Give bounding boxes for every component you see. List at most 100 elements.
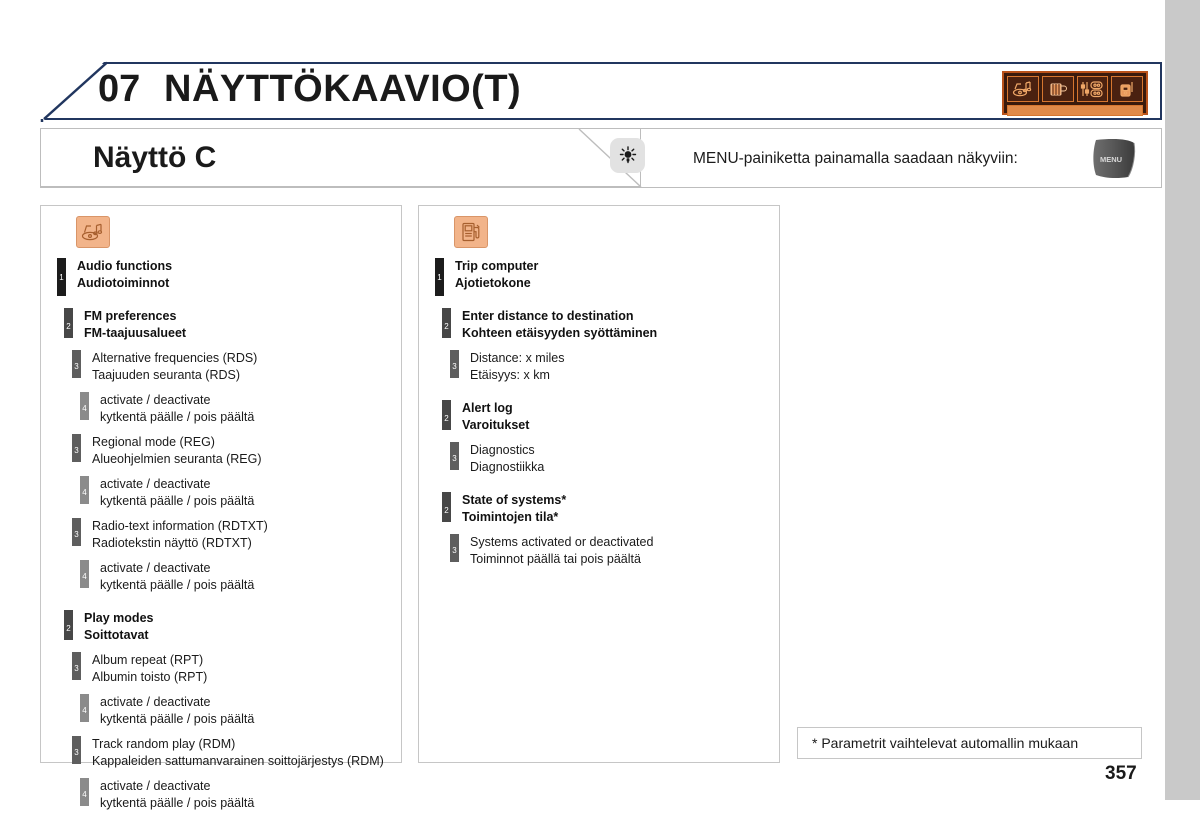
- tree-node-label-fi: Ajotietokone: [455, 276, 531, 290]
- tree-node-level-1: 1 Trip computer Ajotietokone: [419, 258, 779, 296]
- tree-node-label-en: Enter distance to destination: [462, 309, 634, 323]
- tree-node-text: Distance: x miles Etäisyys: x km: [470, 350, 779, 384]
- tree-node-label-fi: Soittotavat: [84, 628, 149, 642]
- tree-node-level-2: 2 Play modes Soittotavat: [41, 610, 401, 646]
- tree-node-label-en: Track random play (RDM): [92, 737, 236, 751]
- tree-node-level-3: 3 Distance: x miles Etäisyys: x km: [419, 350, 779, 386]
- tree-node-label-fi: kytkentä päälle / pois päältä: [100, 578, 255, 592]
- tree-node-text: activate / deactivate kytkentä päälle / p…: [100, 476, 401, 510]
- tree-node-label-en: FM preferences: [84, 309, 177, 323]
- tree-node-text: activate / deactivate kytkentä päälle / p…: [100, 694, 401, 728]
- tree-node-label-en: Audio functions: [77, 259, 173, 273]
- tree-node-label-fi: Diagnostiikka: [470, 460, 545, 474]
- tip-text: MENU-painiketta painamalla saadaan näkyv…: [693, 150, 1018, 167]
- page-number: 357: [1105, 763, 1137, 784]
- chapter-title: NÄYTTÖKAAVIO(T): [164, 68, 522, 110]
- tree-node-text: Trip computer Ajotietokone: [455, 258, 779, 292]
- tree-node-label-en: Radio-text information (RDTXT): [92, 519, 268, 533]
- tree-trip: 1 Trip computer Ajotietokone 2 Enter distanc…: [419, 254, 779, 570]
- tree-node-label-en: Trip computer: [455, 259, 539, 273]
- tree-node-level-3: 3 Track random play (RDM) Kappaleiden satt…: [41, 736, 401, 772]
- chapter-number: 07: [98, 68, 141, 110]
- tree-node-text: Regional mode (REG) Alueohjelmien seurant…: [92, 434, 401, 468]
- tree-node-level-4: 4 activate / deactivate kytkentä päälle / …: [41, 392, 401, 428]
- display-strip-bar: [1007, 105, 1143, 116]
- tree-node-text: activate / deactivate kytkentä päälle / p…: [100, 778, 401, 812]
- tree-node-label-en: activate / deactivate: [100, 695, 211, 709]
- tree-node-label-fi: Albumin toisto (RPT): [92, 670, 208, 684]
- tree-node-label-fi: Radiotekstin näyttö (RDTXT): [92, 536, 252, 550]
- level-indicator-bar: 4: [80, 778, 89, 806]
- chapter-header: 07 NÄYTTÖKAAVIO(T): [39, 61, 1162, 122]
- tree-node-label-en: Alternative frequencies (RDS): [92, 351, 258, 365]
- tree-node-level-2: 2 FM preferences FM-taajuusalueet: [41, 308, 401, 344]
- tree-node-text: Audio functions Audiotoiminnot: [77, 258, 401, 292]
- tree-node-label-en: Album repeat (RPT): [92, 653, 204, 667]
- tree-node-text: Album repeat (RPT) Albumin toisto (RPT): [92, 652, 401, 686]
- audio-icon: [1007, 76, 1039, 102]
- tree-node-label-fi: Kohteen etäisyyden syöttäminen: [462, 326, 658, 340]
- sub-header: Näyttö C MENU-painiketta painamalla saad…: [40, 128, 1162, 188]
- tree-node-text: FM preferences FM-taajuusalueet: [84, 308, 401, 342]
- level-indicator-bar: 2: [442, 400, 451, 430]
- level-indicator-bar: 3: [72, 736, 81, 764]
- tree-node-label-en: Play modes: [84, 611, 154, 625]
- tree-node-label-en: activate / deactivate: [100, 779, 211, 793]
- level-indicator-bar: 1: [435, 258, 444, 296]
- tree-node-label-fi: Varoitukset: [462, 418, 530, 432]
- tree-node-text: Radio-text information (RDTXT) Radiotekst…: [92, 518, 401, 552]
- tree-node-text: activate / deactivate kytkentä päälle / p…: [100, 560, 401, 594]
- tree-node-text: Play modes Soittotavat: [84, 610, 401, 644]
- tree-node-level-3: 3 Alternative frequencies (RDS) Taajuuden …: [41, 350, 401, 386]
- footnote-text: * Parametrit vaihtelevat automallin muka…: [812, 735, 1079, 751]
- settings-icon: [1076, 76, 1109, 102]
- level-indicator-bar: 2: [442, 492, 451, 522]
- cup-icon: [1041, 76, 1074, 102]
- level-indicator-bar: 3: [72, 434, 81, 462]
- panel-audio-functions: 1 Audio functions Audiotoiminnot 2 FM prefer…: [40, 205, 402, 810]
- audio-media-icon: [76, 216, 110, 248]
- tree-node-text: State of systems* Toimintojen tila*: [462, 492, 779, 526]
- tree-node-label-en: activate / deactivate: [100, 477, 211, 491]
- fuel-pump-icon: [454, 216, 488, 248]
- tree-node-label-fi: Audiotoiminnot: [77, 276, 170, 290]
- level-indicator-bar: 3: [450, 350, 459, 378]
- tree-node-level-3: 3 Systems activated or deactivated Toiminn…: [419, 534, 779, 570]
- tree-node-level-4: 4 activate / deactivate kytkentä päälle / …: [41, 476, 401, 512]
- page-title: Näyttö C: [93, 141, 217, 174]
- tree-node-level-4: 4 activate / deactivate kytkentä päälle / …: [41, 778, 401, 814]
- page-edge-strip: [1165, 0, 1200, 800]
- sub-title-box: Näyttö C: [41, 129, 642, 188]
- tree-node-label-en: Alert log: [462, 401, 513, 415]
- tree-node-level-4: 4 activate / deactivate kytkentä päälle / …: [41, 694, 401, 730]
- tree-node-text: Alternative frequencies (RDS) Taajuuden s…: [92, 350, 401, 384]
- tree-node-text: activate / deactivate kytkentä päälle / p…: [100, 392, 401, 426]
- level-indicator-bar: 4: [80, 694, 89, 722]
- tree-node-label-fi: kytkentä päälle / pois päältä: [100, 410, 255, 424]
- menu-button-label: MENU: [1100, 155, 1122, 164]
- tree-node-label-fi: Toimintojen tila*: [462, 510, 559, 524]
- level-indicator-bar: 3: [72, 652, 81, 680]
- tree-node-label-fi: Taajuuden seuranta (RDS): [92, 368, 240, 382]
- tree-node-level-1: 1 Audio functions Audiotoiminnot: [41, 258, 401, 296]
- tree-node-label-en: Diagnostics: [470, 443, 535, 457]
- tree-node-label-fi: Kappaleiden sattumanvarainen soittojärje…: [92, 754, 384, 768]
- phone-icon: [1111, 76, 1143, 102]
- footnote-box: * Parametrit vaihtelevat automallin muka…: [797, 727, 1142, 759]
- tree-node-text: Diagnostics Diagnostiikka: [470, 442, 779, 476]
- tree-node-text: Track random play (RDM) Kappaleiden sattu…: [92, 736, 401, 770]
- tree-node-label-fi: kytkentä päälle / pois päältä: [100, 494, 255, 508]
- level-indicator-bar: 2: [442, 308, 451, 338]
- menu-button-illustration[interactable]: MENU: [1084, 138, 1139, 180]
- display-strip-artwork: [1002, 71, 1148, 116]
- tree-node-text: Alert log Varoitukset: [462, 400, 779, 434]
- level-indicator-bar: 4: [80, 560, 89, 588]
- tree-node-label-fi: Toiminnot päällä tai pois päältä: [470, 552, 641, 566]
- tree-node-level-2: 2 Enter distance to destination Kohteen et…: [419, 308, 779, 344]
- tree-node-label-en: activate / deactivate: [100, 561, 211, 575]
- tree-node-level-4: 4 activate / deactivate kytkentä päälle / …: [41, 560, 401, 596]
- tree-node-text: Enter distance to destination Kohteen etä…: [462, 308, 779, 342]
- tree-node-label-fi: kytkentä päälle / pois päältä: [100, 796, 255, 810]
- tree-node-level-3: 3 Radio-text information (RDTXT) Radioteks…: [41, 518, 401, 554]
- level-indicator-bar: 3: [72, 518, 81, 546]
